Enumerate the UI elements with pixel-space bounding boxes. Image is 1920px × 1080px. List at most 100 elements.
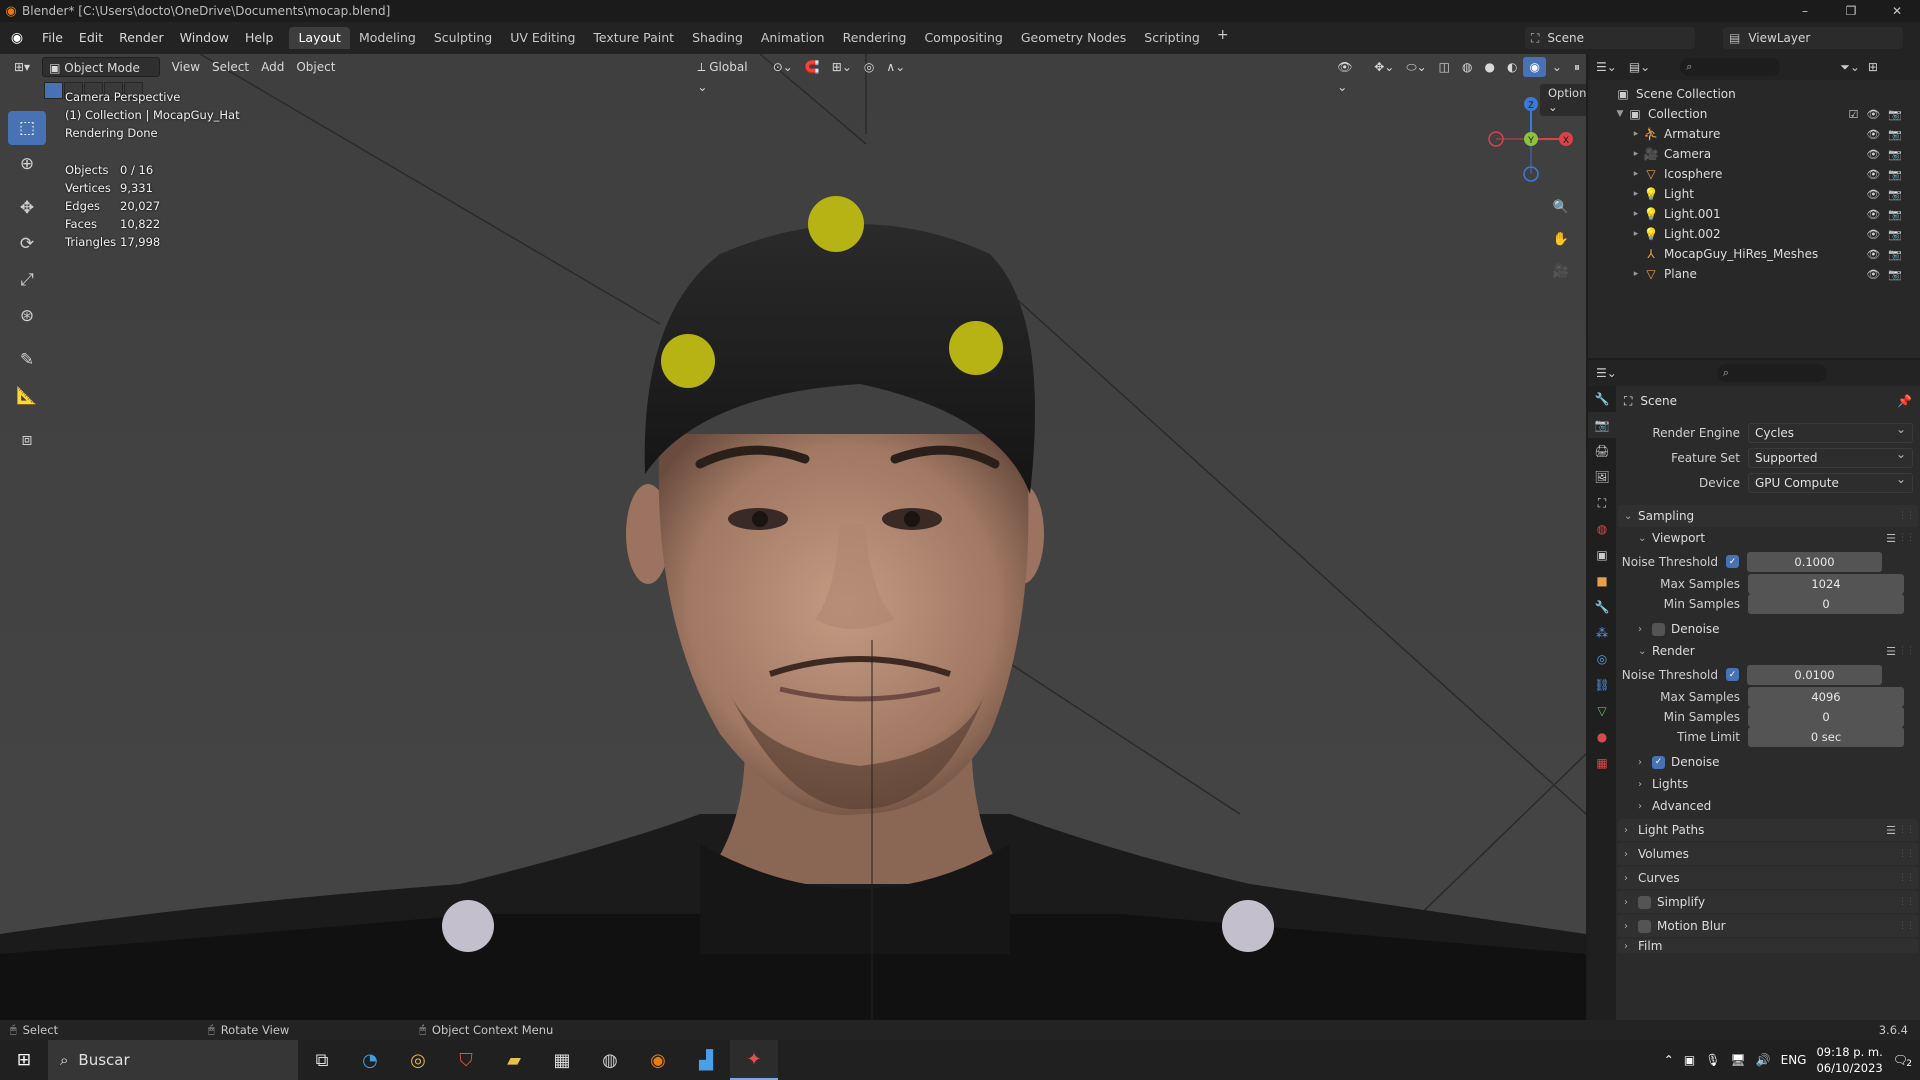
material-tab-icon[interactable]: ● bbox=[1588, 724, 1616, 750]
outliner-item[interactable]: ▸ ▽ Plane 👁📷 bbox=[1588, 264, 1920, 284]
scene-tab-icon[interactable]: ⛶ bbox=[1588, 490, 1616, 516]
visibility-icons[interactable]: 👁📷 bbox=[1866, 248, 1910, 261]
tab-texture-paint[interactable]: Texture Paint bbox=[584, 27, 683, 49]
lights-subpanel[interactable]: › Lights bbox=[1618, 773, 1918, 795]
menu-render[interactable]: Render bbox=[111, 22, 172, 54]
steam-icon[interactable]: ◍ bbox=[586, 1040, 634, 1080]
visibility-icon[interactable]: 👁⌄ bbox=[1331, 57, 1368, 94]
outliner-item[interactable]: ▸ 💡 Light 👁📷 bbox=[1588, 184, 1920, 204]
shading-material-icon[interactable]: ◐ bbox=[1501, 57, 1523, 77]
outliner-item[interactable]: ▸ 💡 Light.002 👁📷 bbox=[1588, 224, 1920, 244]
pin-icon[interactable]: 📌 bbox=[1897, 394, 1912, 408]
editor-type-icon[interactable]: ☰⌄ bbox=[1596, 366, 1617, 380]
render-time-limit-field[interactable]: 0 sec bbox=[1748, 727, 1904, 747]
expand-arrow-icon[interactable]: ▸ bbox=[1630, 229, 1642, 239]
new-collection-icon[interactable]: ⊞ bbox=[1868, 60, 1878, 74]
expand-arrow-icon[interactable]: ▼ bbox=[1614, 109, 1626, 119]
viewport-max-samples-field[interactable]: 1024 bbox=[1748, 574, 1904, 594]
transform-icon[interactable]: ⊛ bbox=[8, 299, 46, 333]
chrome-browser-icon[interactable]: ◎ bbox=[394, 1040, 442, 1080]
drag-handle-icon[interactable]: ⋮⋮ bbox=[1898, 921, 1915, 931]
tab-uv-editing[interactable]: UV Editing bbox=[501, 27, 584, 49]
viewport-denoise-checkbox[interactable] bbox=[1652, 622, 1665, 636]
particles-tab-icon[interactable]: ⁂ bbox=[1588, 620, 1616, 646]
tab-layout[interactable]: Layout bbox=[289, 27, 350, 49]
visibility-icons[interactable]: 👁📷 bbox=[1866, 208, 1910, 221]
filter-icon[interactable]: ⏷⌄ bbox=[1840, 60, 1860, 75]
editor-type-icon[interactable]: ☰⌄ bbox=[1596, 60, 1617, 74]
tab-compositing[interactable]: Compositing bbox=[915, 27, 1011, 49]
tab-geometry-nodes[interactable]: Geometry Nodes bbox=[1012, 27, 1135, 49]
zoom-icon[interactable]: 🔍 bbox=[1548, 194, 1574, 220]
menu-window[interactable]: Window bbox=[172, 22, 237, 54]
mode-dropdown[interactable]: ▣ Object Mode ⌄ bbox=[42, 57, 160, 95]
language-indicator[interactable]: ENG bbox=[1781, 1053, 1807, 1067]
visibility-icons[interactable]: 👁📷 bbox=[1866, 168, 1910, 181]
drag-handle-icon[interactable]: ⋮⋮ bbox=[1898, 897, 1915, 907]
drag-handle-icon[interactable]: ⋮⋮ bbox=[1898, 873, 1915, 883]
editor-type-icon[interactable]: ⊞▾ bbox=[8, 57, 36, 77]
menu-view[interactable]: View bbox=[166, 57, 206, 77]
select-new-icon[interactable] bbox=[44, 82, 63, 99]
view-layer-selector[interactable]: ▤ ViewLayer bbox=[1723, 27, 1903, 49]
transform-orientation-dropdown[interactable]: ⟂ Global ⌄ bbox=[691, 57, 766, 94]
tab-scripting[interactable]: Scripting bbox=[1135, 27, 1209, 49]
snap-icon[interactable]: 🧲 bbox=[799, 57, 826, 77]
tab-shading[interactable]: Shading bbox=[683, 27, 752, 49]
render-subpanel-header[interactable]: ⌄ Render ☰ ⋮⋮ bbox=[1618, 640, 1918, 662]
modifier-tab-icon[interactable]: 🔧 bbox=[1588, 594, 1616, 620]
tool-tab-icon[interactable]: 🔧 bbox=[1588, 386, 1616, 412]
edge-browser-icon[interactable]: ◔ bbox=[346, 1040, 394, 1080]
menu-select[interactable]: Select bbox=[206, 57, 255, 77]
display-mode-icon[interactable]: ▤⌄ bbox=[1629, 60, 1650, 74]
measure-icon[interactable]: 📐 bbox=[8, 379, 46, 413]
world-tab-icon[interactable]: ◍ bbox=[1588, 516, 1616, 542]
collection-visibility-icons[interactable]: ☑👁📷 bbox=[1848, 108, 1910, 121]
blender-menu-icon[interactable]: ◉ bbox=[0, 30, 34, 46]
viewport-min-samples-field[interactable]: 0 bbox=[1748, 594, 1904, 614]
viewport-denoise-subpanel[interactable]: › Denoise bbox=[1618, 618, 1918, 640]
windows-start-icon[interactable]: ⊞ bbox=[0, 1050, 48, 1070]
render-tab-icon[interactable]: 📷 bbox=[1588, 412, 1616, 438]
motion-blur-checkbox[interactable] bbox=[1638, 919, 1651, 933]
render-engine-dropdown[interactable]: Cycles bbox=[1748, 422, 1913, 443]
simplify-panel[interactable]: › Simplify ⋮⋮ bbox=[1618, 891, 1918, 913]
pause-render-icon[interactable]: ⏸ bbox=[1568, 57, 1586, 77]
visibility-icons[interactable]: 👁📷 bbox=[1866, 268, 1910, 281]
add-cube-icon[interactable]: ⧈ bbox=[8, 423, 46, 457]
drag-handle-icon[interactable]: ⋮⋮ bbox=[1898, 646, 1915, 656]
motion-blur-panel[interactable]: › Motion Blur ⋮⋮ bbox=[1618, 915, 1918, 937]
outliner-item[interactable]: ▸ ⛹ Armature 👁📷 bbox=[1588, 124, 1920, 144]
outliner-search-field[interactable]: ⌕ bbox=[1680, 58, 1781, 76]
curves-panel[interactable]: › Curves ⋮⋮ bbox=[1618, 867, 1918, 889]
overlay-toggle-icon[interactable]: ⬭⌄ bbox=[1400, 57, 1432, 77]
camera-view-icon[interactable]: 🎥 bbox=[1548, 258, 1574, 284]
presets-list-icon[interactable]: ☰ bbox=[1886, 824, 1896, 837]
viewport-subpanel-header[interactable]: ⌄ Viewport ☰ ⋮⋮ bbox=[1618, 527, 1918, 549]
snap-target-icon[interactable]: ⊞⌄ bbox=[826, 57, 858, 77]
blender-taskbar-icon[interactable]: ◉ bbox=[634, 1040, 682, 1080]
drag-handle-icon[interactable]: ⋮⋮ bbox=[1898, 849, 1915, 859]
volumes-panel[interactable]: › Volumes ⋮⋮ bbox=[1618, 843, 1918, 865]
menu-object[interactable]: Object bbox=[290, 57, 341, 77]
falloff-icon[interactable]: ∧⌄ bbox=[880, 57, 911, 77]
sampling-panel-header[interactable]: ⌄ Sampling ⋮⋮ bbox=[1618, 505, 1918, 527]
proportional-edit-icon[interactable]: ◎ bbox=[858, 57, 880, 77]
expand-arrow-icon[interactable]: ▸ bbox=[1630, 209, 1642, 219]
feature-set-dropdown[interactable]: Supported bbox=[1748, 447, 1913, 468]
tab-sculpting[interactable]: Sculpting bbox=[425, 27, 501, 49]
shading-options-icon[interactable]: ⌄ bbox=[1546, 57, 1568, 77]
expand-arrow-icon[interactable]: ▸ bbox=[1630, 129, 1642, 139]
menu-edit[interactable]: Edit bbox=[71, 22, 111, 54]
pan-hand-icon[interactable]: ✋ bbox=[1548, 226, 1574, 252]
viewport-noise-threshold-field[interactable]: 0.1000 bbox=[1747, 551, 1882, 572]
gizmo-toggle-icon[interactable]: ✥⌄ bbox=[1368, 57, 1400, 77]
task-view-icon[interactable]: ⧉ bbox=[298, 1040, 346, 1080]
object-tab-icon[interactable]: ■ bbox=[1588, 568, 1616, 594]
advanced-subpanel[interactable]: › Advanced bbox=[1618, 795, 1918, 817]
render-min-samples-field[interactable]: 0 bbox=[1748, 707, 1904, 727]
drag-handle-icon[interactable]: ⋮⋮ bbox=[1898, 511, 1915, 521]
tray-overflow-icon[interactable]: ⌃ bbox=[1664, 1053, 1674, 1067]
outliner-collection[interactable]: ▼ ▣ Collection ☑👁📷 bbox=[1588, 104, 1920, 124]
collection-tab-icon[interactable]: ▣ bbox=[1588, 542, 1616, 568]
